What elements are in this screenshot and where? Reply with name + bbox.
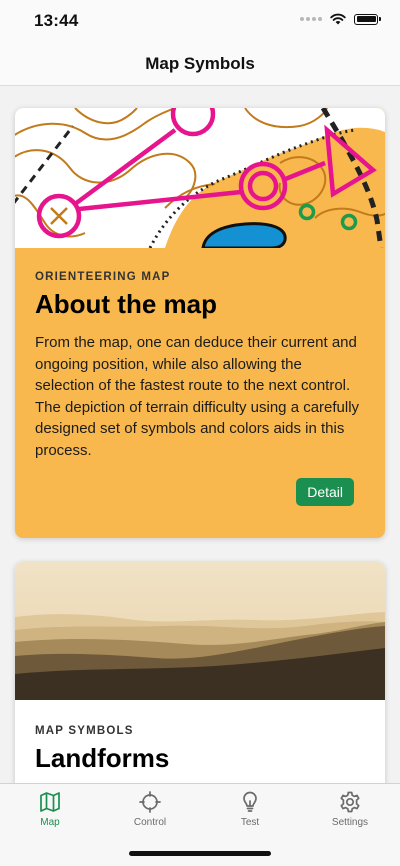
card-body: MAP SYMBOLS Landforms: [35, 725, 365, 774]
lightbulb-icon: [243, 791, 257, 812]
detail-button[interactable]: Detail: [296, 478, 354, 506]
battery-icon: [354, 13, 381, 25]
status-bar: 13:44: [0, 0, 400, 44]
tab-label: Test: [240, 817, 260, 828]
gear-icon: [340, 791, 360, 813]
tab-settings[interactable]: Settings: [300, 790, 400, 828]
tab-map[interactable]: Map: [0, 790, 100, 828]
card-overline: MAP SYMBOLS: [35, 725, 134, 737]
tab-test[interactable]: Test: [200, 790, 300, 828]
crosshair-icon: [139, 791, 161, 813]
tab-label: Map: [40, 817, 60, 828]
signal-icon: [300, 17, 322, 21]
about-map-card[interactable]: ORIENTEERING MAP About the map From the …: [15, 108, 385, 538]
tab-label: Settings: [331, 817, 369, 828]
card-description: From the map, one can deduce their curre…: [35, 334, 360, 459]
card-body: ORIENTEERING MAP About the map From the …: [35, 271, 365, 461]
card-title: Landforms: [35, 743, 170, 773]
scroll-content[interactable]: ORIENTEERING MAP About the map From the …: [0, 86, 400, 783]
wifi-icon: [330, 13, 346, 25]
map-icon: [40, 792, 60, 812]
landforms-card[interactable]: MAP SYMBOLS Landforms: [15, 562, 385, 783]
card-overline: ORIENTEERING MAP: [35, 271, 171, 283]
navigation-bar: Map Symbols: [0, 44, 400, 86]
page-title: Map Symbols: [145, 54, 255, 73]
status-icons: [300, 13, 381, 25]
card-title: About the map: [35, 289, 217, 319]
status-time: 13:44: [34, 11, 79, 30]
orienteering-map-illustration: [15, 108, 385, 248]
tab-control[interactable]: Control: [100, 790, 200, 828]
home-indicator: [129, 851, 271, 856]
tab-label: Control: [133, 817, 167, 828]
landscape-photo: [15, 562, 385, 700]
